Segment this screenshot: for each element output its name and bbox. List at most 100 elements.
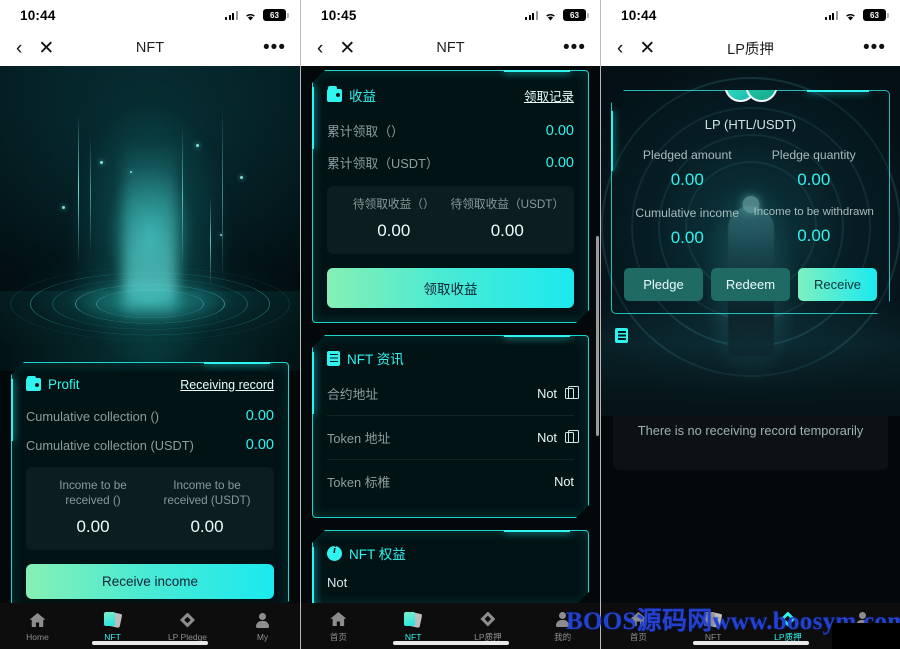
vertical-scrollbar[interactable] bbox=[596, 236, 599, 436]
back-icon[interactable]: ‹ bbox=[617, 39, 623, 58]
tab-my[interactable]: My bbox=[225, 611, 300, 642]
profit-card-title: Profit bbox=[26, 377, 80, 392]
pending-label: Income to be received () bbox=[59, 479, 127, 507]
tab-home[interactable]: Home bbox=[0, 611, 75, 642]
nft-rights-body: Not bbox=[327, 575, 348, 590]
row-label: 合约地址 bbox=[327, 387, 379, 402]
cell-label: Cumulative income bbox=[635, 206, 740, 220]
tab-lp-pledge[interactable]: LP质押 bbox=[451, 610, 526, 643]
lp-pledge-card: LP T LP (HTL/USDT) Pledged amount 0.00 P… bbox=[611, 90, 890, 314]
row-label: Cumulative collection () bbox=[26, 408, 159, 424]
cards-icon bbox=[404, 612, 423, 628]
claim-record-link[interactable]: 领取记录 bbox=[524, 86, 574, 105]
status-bar: 10:44 63 bbox=[0, 0, 300, 30]
cumulative-claim-usdt-row: 累计领取（USDT） 0.00 bbox=[327, 153, 574, 172]
pledge-quantity-cell: Pledge quantity 0.00 bbox=[751, 148, 878, 190]
home-indicator bbox=[392, 641, 509, 645]
close-icon[interactable]: ✕ bbox=[639, 39, 655, 58]
tab-home[interactable]: 首页 bbox=[301, 610, 376, 643]
row-label: 累计领取（） bbox=[327, 124, 404, 139]
cell-label: Income to be withdrawn bbox=[753, 206, 874, 218]
corner-patch bbox=[832, 623, 900, 649]
cumulative-collection-row: Cumulative collection () 0.00 bbox=[26, 408, 274, 424]
lp-pair-label: LP (HTL/USDT) bbox=[704, 117, 797, 132]
cell-value: 0.00 bbox=[797, 170, 831, 189]
wifi-icon bbox=[843, 10, 858, 21]
more-icon[interactable]: ••• bbox=[563, 38, 586, 57]
home-icon bbox=[330, 612, 347, 626]
contract-address-row[interactable]: 合约地址 Not bbox=[327, 372, 574, 416]
cell-label: Pledged amount bbox=[642, 148, 732, 162]
nft-info-title-text: NFT 资讯 bbox=[347, 352, 404, 367]
nft-rights-title: NFT 权益 bbox=[327, 543, 406, 563]
diamond-icon bbox=[180, 612, 195, 628]
cumulative-claim-row: 累计领取（） 0.00 bbox=[327, 121, 574, 140]
token-address-row[interactable]: Token 地址 Not bbox=[327, 416, 574, 460]
close-icon[interactable]: ✕ bbox=[339, 39, 355, 58]
pending-value: 0.00 bbox=[76, 517, 110, 536]
pending-income-native: Income to be received () 0.00 bbox=[36, 478, 150, 537]
pending-label: 待领取收益（USDT） bbox=[450, 198, 565, 211]
wallet-icon bbox=[327, 89, 342, 102]
diamond-icon bbox=[480, 611, 496, 627]
close-icon[interactable]: ✕ bbox=[38, 39, 54, 58]
tab-nft[interactable]: NFT bbox=[75, 611, 150, 642]
nft-rights-title-text: NFT 权益 bbox=[349, 547, 406, 562]
tab-nft[interactable]: NFT bbox=[376, 611, 451, 642]
nft-info-card: NFT 资讯 合约地址 Not Token 地址 Not Token 标椎 No… bbox=[312, 335, 589, 518]
more-icon[interactable]: ••• bbox=[263, 38, 286, 57]
pledge-button[interactable]: Pledge bbox=[624, 268, 703, 301]
nav-header: ‹ ✕ NFT ••• bbox=[0, 30, 300, 66]
tab-label: 首页 bbox=[329, 631, 347, 642]
pending-value: 0.00 bbox=[190, 517, 224, 536]
battery-icon: 63 bbox=[263, 9, 289, 21]
receive-button[interactable]: Receive bbox=[798, 268, 877, 301]
status-bar: 10:44 63 bbox=[601, 0, 900, 30]
copy-icon[interactable] bbox=[565, 432, 574, 443]
back-icon[interactable]: ‹ bbox=[317, 39, 323, 58]
profit-title-text: Profit bbox=[48, 377, 80, 392]
row-value: 0.00 bbox=[245, 437, 274, 453]
wallet-icon bbox=[26, 378, 41, 391]
row-label: 累计领取（USDT） bbox=[327, 156, 439, 171]
screen-body: 收益 领取记录 累计领取（） 0.00 累计领取（USDT） 0.00 待领取收… bbox=[301, 66, 600, 649]
signal-icon bbox=[525, 10, 538, 20]
wifi-icon bbox=[543, 10, 558, 21]
hero-artwork bbox=[0, 66, 300, 371]
row-label: Cumulative collection (USDT) bbox=[26, 437, 194, 453]
redeem-button[interactable]: Redeem bbox=[711, 268, 790, 301]
document-icon bbox=[327, 351, 340, 366]
wifi-icon bbox=[243, 10, 258, 21]
back-icon[interactable]: ‹ bbox=[16, 39, 22, 58]
pending-value: 0.00 bbox=[490, 221, 524, 240]
profit-card: Profit Receiving record Cumulative colle… bbox=[11, 362, 289, 614]
receive-income-button[interactable]: Receive income bbox=[26, 564, 274, 599]
row-value: 0.00 bbox=[245, 408, 274, 424]
copy-icon[interactable] bbox=[565, 388, 574, 399]
row-label: Token 标椎 bbox=[327, 475, 391, 490]
token-symbol-row: Token 标椎 Not bbox=[327, 460, 574, 503]
nav-header: ‹ ✕ LP质押 ••• bbox=[601, 30, 900, 66]
signal-icon bbox=[225, 10, 238, 20]
cell-value: 0.00 bbox=[670, 228, 704, 247]
cell-label: Pledge quantity bbox=[771, 148, 856, 162]
tab-lp-pledge[interactable]: LP Pledge bbox=[150, 611, 225, 642]
row-value: Not bbox=[537, 430, 557, 445]
person-icon bbox=[255, 612, 270, 628]
phone-panel-nft-chinese: 10:45 63 ‹ ✕ NFT ••• 收益 领取记录 累计领取（） 0.00… bbox=[300, 0, 600, 649]
cumulative-collection-usdt-row: Cumulative collection (USDT) 0.00 bbox=[26, 437, 274, 453]
pending-income-usdt: 待领取收益（USDT） 0.00 bbox=[451, 197, 565, 241]
pending-income-usdt: Income to be received (USDT) 0.00 bbox=[150, 478, 264, 537]
record-icon bbox=[615, 328, 628, 343]
row-label: Token 地址 bbox=[327, 431, 391, 446]
cards-icon bbox=[103, 612, 122, 628]
cell-value: 0.00 bbox=[797, 226, 831, 245]
nft-rights-card: NFT 权益 Not bbox=[312, 530, 589, 605]
receiving-record-link[interactable]: Receiving record bbox=[180, 378, 274, 392]
more-icon[interactable]: ••• bbox=[863, 38, 886, 57]
claim-income-button[interactable]: 领取收益 bbox=[327, 268, 574, 308]
pending-income-box: 待领取收益（） 0.00 待领取收益（USDT） 0.00 bbox=[327, 186, 574, 254]
pending-label: Income to be received (USDT) bbox=[163, 479, 251, 507]
nav-header: ‹ ✕ NFT ••• bbox=[301, 30, 600, 66]
screenshot-stage: 10:44 63 ‹ ✕ NFT ••• Profit Receiving re… bbox=[0, 0, 900, 649]
